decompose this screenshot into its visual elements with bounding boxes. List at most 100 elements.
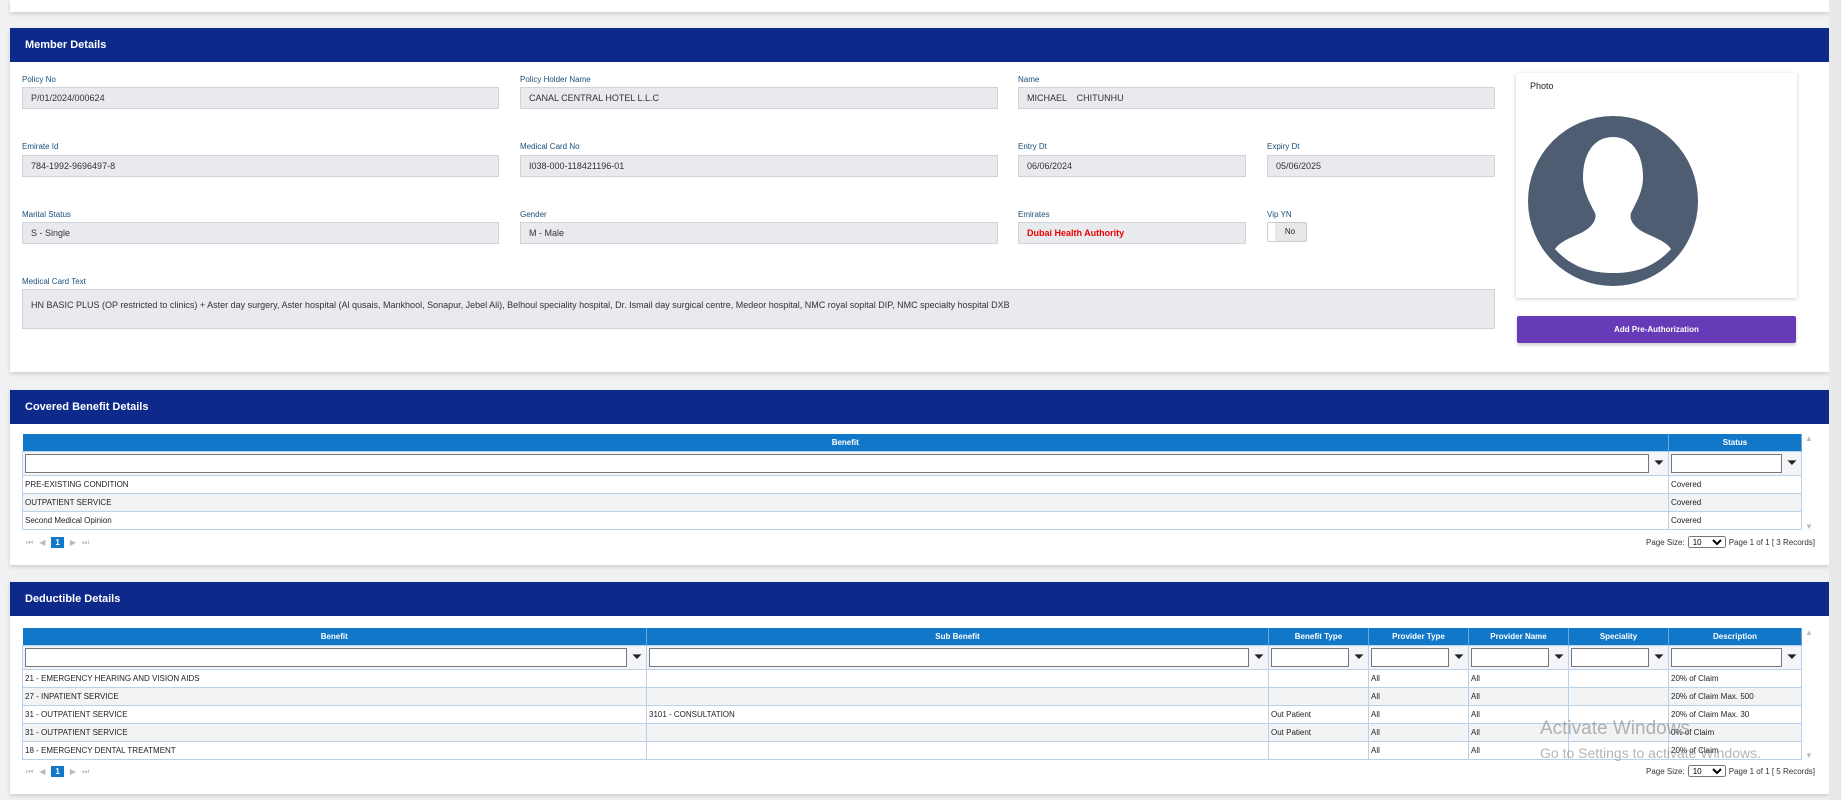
- table-cell: 21 - EMERGENCY HEARING AND VISION AIDS: [22, 668, 647, 688]
- table-cell: All: [1368, 740, 1469, 760]
- filter-icon[interactable]: ⏷: [1785, 455, 1799, 471]
- table-cell: [1268, 668, 1369, 688]
- filter-icon[interactable]: ⏷: [630, 649, 644, 665]
- column-header-benefit[interactable]: Benefit: [22, 434, 1669, 451]
- column-header-benefit[interactable]: Benefit: [22, 628, 647, 645]
- filter-icon[interactable]: ⏷: [1252, 649, 1266, 665]
- medical-card-no-label: Medical Card No: [520, 142, 580, 151]
- cell-status: Covered: [1668, 510, 1802, 530]
- filter-icon[interactable]: ⏷: [1785, 649, 1799, 665]
- table-cell: 31 - OUTPATIENT SERVICE: [22, 704, 647, 724]
- cell-benefit: Second Medical Opinion: [22, 510, 1669, 530]
- entry-date-field[interactable]: 06/06/2024: [1018, 155, 1246, 177]
- deductible-pager: ⏮ ◀ 1 ▶ ⏭: [26, 766, 89, 777]
- next-page-icon[interactable]: ▶: [70, 767, 76, 776]
- page-number[interactable]: 1: [51, 766, 64, 777]
- expiry-date-field[interactable]: 05/06/2025: [1267, 155, 1495, 177]
- table-row[interactable]: PRE-EXISTING CONDITION Covered: [22, 474, 1802, 494]
- name-field[interactable]: MICHAEL CHITUNHU: [1018, 87, 1495, 109]
- column-header-description[interactable]: Description: [1668, 628, 1802, 645]
- table-cell: All: [1468, 686, 1569, 706]
- last-page-icon[interactable]: ⏭: [82, 538, 89, 548]
- table-row[interactable]: 31 - OUTPATIENT SERVICE Out Patient All All…: [22, 722, 1802, 742]
- emirates-label: Emirates: [1018, 210, 1050, 219]
- table-cell: [646, 722, 1269, 742]
- covered-page-size: Page Size: 10 Page 1 of 1 [ 3 Records]: [1646, 536, 1815, 548]
- gender-label: Gender: [520, 210, 547, 219]
- deductible-header: Deductible Details: [10, 582, 1829, 616]
- policy-holder-label: Policy Holder Name: [520, 75, 591, 84]
- medical-card-no-field[interactable]: I038-000-118421196-01: [520, 155, 998, 177]
- page-scrollbar[interactable]: [1829, 0, 1841, 800]
- page-size-select[interactable]: 10: [1687, 765, 1726, 777]
- column-header-speciality[interactable]: Speciality: [1568, 628, 1669, 645]
- column-header-status[interactable]: Status: [1668, 434, 1802, 451]
- expiry-date-label: Expiry Dt: [1267, 142, 1300, 151]
- status-filter-input[interactable]: [1671, 453, 1782, 473]
- page-info: Page 1 of 1 [ 3 Records]: [1728, 537, 1815, 547]
- column-header-benefit-type[interactable]: Benefit Type: [1268, 628, 1369, 645]
- table-row[interactable]: OUTPATIENT SERVICE Covered: [22, 492, 1802, 512]
- last-page-icon[interactable]: ⏭: [82, 767, 89, 777]
- marital-status-field[interactable]: S - Single: [22, 222, 499, 244]
- provider-type-filter-input[interactable]: [1371, 647, 1449, 667]
- sub-benefit-filter-input[interactable]: [649, 647, 1249, 667]
- table-cell: All: [1468, 668, 1569, 688]
- policy-no-field[interactable]: P/01/2024/000624: [22, 87, 499, 109]
- first-page-icon[interactable]: ⏮: [26, 538, 33, 548]
- table-cell: 31 - OUTPATIENT SERVICE: [22, 722, 647, 742]
- benefit-filter-input[interactable]: [25, 647, 627, 667]
- member-details-header: Member Details: [10, 28, 1829, 62]
- column-header-sub-benefit[interactable]: Sub Benefit: [646, 628, 1269, 645]
- emirates-field[interactable]: Dubai Health Authority: [1018, 222, 1246, 244]
- provider-name-filter-input[interactable]: [1471, 647, 1549, 667]
- description-filter-input[interactable]: [1671, 647, 1782, 667]
- table-row[interactable]: 31 - OUTPATIENT SERVICE 3101 - CONSULTATI…: [22, 704, 1802, 724]
- table-row[interactable]: 21 - EMERGENCY HEARING AND VISION AIDS Al…: [22, 668, 1802, 688]
- benefit-type-filter-input[interactable]: [1271, 647, 1349, 667]
- filter-icon[interactable]: ⏷: [1652, 455, 1666, 471]
- table-cell: All: [1368, 686, 1469, 706]
- table-cell: [646, 686, 1269, 706]
- vip-toggle[interactable]: No: [1267, 222, 1307, 242]
- filter-icon[interactable]: ⏷: [1352, 649, 1366, 665]
- next-page-icon[interactable]: ▶: [70, 538, 76, 547]
- filter-icon[interactable]: ⏷: [1452, 649, 1466, 665]
- deductible-scrollbar[interactable]: ▲ ▼: [1802, 628, 1816, 760]
- table-row[interactable]: 27 - INPATIENT SERVICE All All 20% of Claim…: [22, 686, 1802, 706]
- page-number[interactable]: 1: [51, 537, 64, 548]
- covered-benefit-header: Covered Benefit Details: [10, 390, 1829, 424]
- table-row[interactable]: Second Medical Opinion Covered: [22, 510, 1802, 530]
- covered-scrollbar[interactable]: ▲ ▼: [1802, 434, 1816, 531]
- covered-pager: ⏮ ◀ 1 ▶ ⏭: [26, 537, 89, 548]
- prev-page-icon[interactable]: ◀: [39, 767, 45, 776]
- gender-field[interactable]: M - Male: [520, 222, 998, 244]
- photo-card: Photo: [1516, 73, 1797, 298]
- benefit-filter-input[interactable]: [25, 453, 1649, 473]
- page-size-label: Page Size:: [1646, 537, 1685, 547]
- speciality-filter-input[interactable]: [1571, 647, 1649, 667]
- photo-label: Photo: [1530, 81, 1554, 91]
- page-size-select[interactable]: 10: [1687, 536, 1726, 548]
- emirate-id-field[interactable]: 784-1992-9696497-8: [22, 155, 499, 177]
- covered-benefit-table: Benefit Status ⏷ ⏷ PRE-EXISTING CONDITION C…: [22, 434, 1802, 530]
- table-cell: 20% of Claim: [1668, 668, 1802, 688]
- cell-status: Covered: [1668, 492, 1802, 512]
- add-pre-authorization-button[interactable]: Add Pre-Authorization: [1517, 316, 1796, 343]
- medical-card-text-area[interactable]: HN BASIC PLUS (OP restricted to clinics)…: [22, 289, 1495, 329]
- table-cell: All: [1368, 722, 1469, 742]
- column-header-provider-type[interactable]: Provider Type: [1368, 628, 1469, 645]
- page-size-label: Page Size:: [1646, 766, 1685, 776]
- table-cell: 18 - EMERGENCY DENTAL TREATMENT: [22, 740, 647, 760]
- avatar-placeholder-icon: [1528, 116, 1698, 286]
- filter-icon[interactable]: ⏷: [1652, 649, 1666, 665]
- table-row[interactable]: 18 - EMERGENCY DENTAL TREATMENT All All 20%…: [22, 740, 1802, 760]
- table-cell: [1568, 686, 1669, 706]
- first-page-icon[interactable]: ⏮: [26, 767, 33, 777]
- prev-page-icon[interactable]: ◀: [39, 538, 45, 547]
- filter-icon[interactable]: ⏷: [1552, 649, 1566, 665]
- policy-holder-field[interactable]: CANAL CENTRAL HOTEL L.L.C: [520, 87, 998, 109]
- deductible-page-size: Page Size: 10 Page 1 of 1 [ 5 Records]: [1646, 765, 1815, 777]
- table-cell: [646, 740, 1269, 760]
- column-header-provider-name[interactable]: Provider Name: [1468, 628, 1569, 645]
